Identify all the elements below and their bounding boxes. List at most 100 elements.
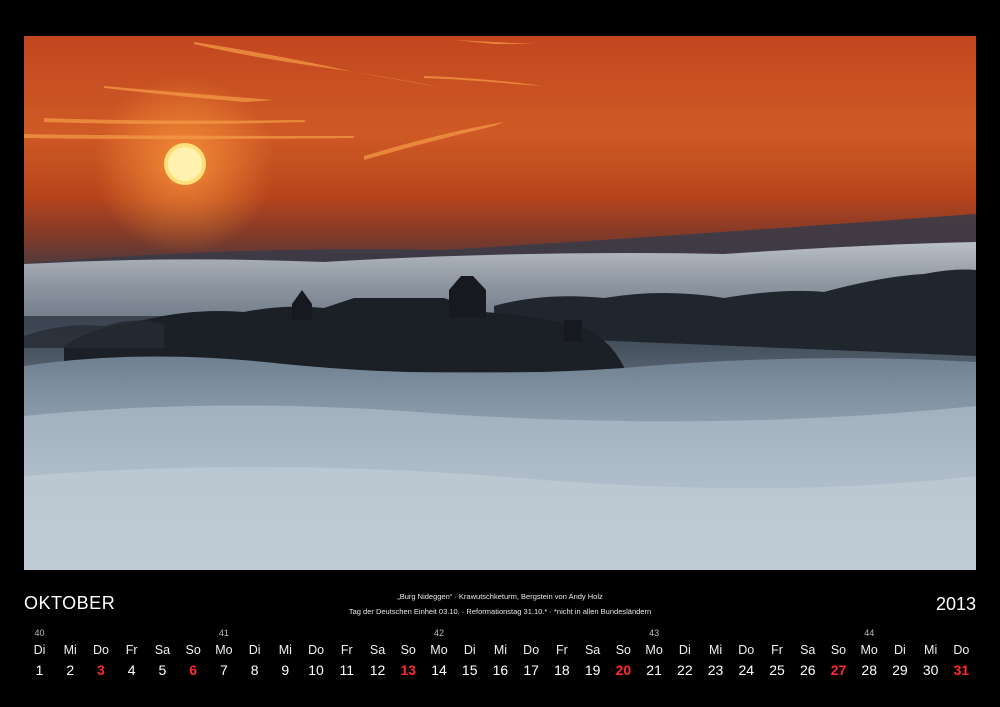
day-number: 4 [127, 662, 136, 678]
year-label: 2013 [935, 594, 976, 614]
day-cell: Mi 2 [55, 628, 86, 678]
day-number: 8 [250, 662, 259, 678]
holiday-date: 6 [189, 662, 198, 678]
weekday-label: Di [33, 643, 46, 657]
day-number: 30 [922, 662, 939, 678]
day-cell: Do 10 [301, 628, 332, 678]
day-cell: Di 29 [884, 628, 915, 678]
day-cell: Di 15 [454, 628, 485, 678]
weekday-label: Mo [215, 643, 233, 657]
day-number: 25 [769, 662, 785, 678]
day-cell: Sa 19 [577, 628, 608, 678]
weekday-label: Fr [125, 643, 138, 657]
day-number: 21 [646, 662, 662, 678]
day-cell: Mi 30 [915, 628, 946, 678]
week-number: 43 [649, 628, 660, 638]
day-number: 15 [461, 662, 478, 678]
day-cell: Fr 25 [762, 628, 793, 678]
day-number: 26 [799, 662, 816, 678]
weekday-label: Di [678, 643, 691, 657]
day-number: 10 [308, 662, 324, 678]
holiday-date: 13 [400, 662, 417, 678]
weekday-label: Mo [860, 643, 878, 657]
day-number: 2 [66, 662, 75, 678]
weekday-label: Do [738, 643, 755, 657]
caption-title: „Burg Nideggen“ · Krawutschketurm, Bergs… [397, 592, 603, 601]
month-title: OKTOBER [24, 593, 116, 613]
calendar-photo [24, 36, 976, 570]
weekday-label: Mi [708, 643, 723, 657]
day-number: 18 [554, 662, 570, 678]
day-number: 23 [707, 662, 724, 678]
week-number: 44 [864, 628, 875, 638]
weekday-label: So [185, 643, 201, 657]
weekday-label: Fr [771, 643, 783, 657]
calendar-grid: Di 1 Mi 2 Do 3 Fr 4 Sa 5 So 6 Mo 7 Di 8 Mi 9 Do 10 Fr 11 Sa 12 S… [24, 628, 976, 688]
weekday-label: Mi [493, 643, 508, 657]
day-cell: Sa 5 [147, 628, 178, 678]
weekday-label: So [615, 643, 631, 657]
week-number: 42 [433, 628, 444, 638]
weekday-label: Do [953, 643, 970, 657]
weekday-label: Mo [645, 643, 663, 657]
weekday-label: Sa [369, 643, 386, 657]
weekday-label: Sa [800, 643, 816, 657]
weekday-label: Mi [278, 643, 292, 657]
day-cell: Do 17 [516, 628, 547, 678]
weekday-label: Do [308, 643, 325, 657]
day-number: 24 [738, 662, 755, 678]
day-cell: Fr 4 [116, 628, 147, 678]
day-cell: Mi 9 [270, 628, 301, 678]
day-number: 5 [158, 662, 167, 678]
day-number: 17 [523, 662, 539, 678]
day-cell: Di 22 [669, 628, 700, 678]
day-number: 12 [369, 662, 386, 678]
day-number: 16 [492, 662, 509, 678]
day-cell: Sa 26 [792, 628, 823, 678]
day-cell: Fr 18 [546, 628, 577, 678]
day-cell: Mi 23 [700, 628, 731, 678]
sunrise-fog-castle-image [24, 36, 976, 570]
day-cell: So 20 [608, 628, 639, 678]
day-cell: Do 31 [946, 628, 977, 678]
weekday-label: Di [248, 643, 261, 657]
holiday-date: 3 [97, 662, 105, 678]
day-number: 11 [339, 662, 355, 678]
holiday-date: 20 [615, 662, 632, 678]
day-number: 14 [431, 662, 447, 678]
day-cell: So 13 [393, 628, 424, 678]
day-number: 9 [281, 662, 290, 678]
week-number: 41 [218, 628, 229, 638]
weekday-label: Di [463, 643, 476, 657]
day-number: 29 [892, 662, 908, 678]
day-cell: Mi 16 [485, 628, 516, 678]
day-cell: So 27 [823, 628, 854, 678]
day-cell: So 6 [178, 628, 209, 678]
day-cell: Do 24 [731, 628, 762, 678]
weekday-label: So [400, 643, 416, 657]
holiday-date: 27 [830, 662, 847, 678]
day-cell: Fr 11 [331, 628, 362, 678]
weekday-label: Do [523, 643, 540, 657]
weekday-label: Fr [340, 643, 353, 657]
weekday-label: So [830, 643, 847, 657]
caption-holidays: Tag der Deutschen Einheit 03.10. · Refor… [348, 607, 652, 616]
day-number: 22 [677, 662, 693, 678]
week-number: 40 [34, 628, 45, 638]
day-cell: Di 8 [239, 628, 270, 678]
day-number: 1 [35, 662, 44, 678]
weekday-label: Sa [584, 643, 601, 657]
day-number: 19 [584, 662, 601, 678]
day-cell: Sa 12 [362, 628, 393, 678]
weekday-label: Mi [924, 643, 938, 657]
holiday-date: 31 [953, 662, 970, 678]
weekday-label: Do [92, 643, 109, 657]
weekday-label: Mo [430, 643, 448, 657]
weekday-label: Fr [556, 643, 568, 657]
weekday-label: Sa [154, 643, 171, 657]
weekday-label: Di [894, 643, 906, 657]
day-number: 7 [219, 662, 228, 678]
photo-caption: „Burg Nideggen“ · Krawutschketurm, Bergs… [280, 589, 720, 619]
weekday-label: Mi [63, 643, 77, 657]
day-number: 28 [861, 662, 877, 678]
